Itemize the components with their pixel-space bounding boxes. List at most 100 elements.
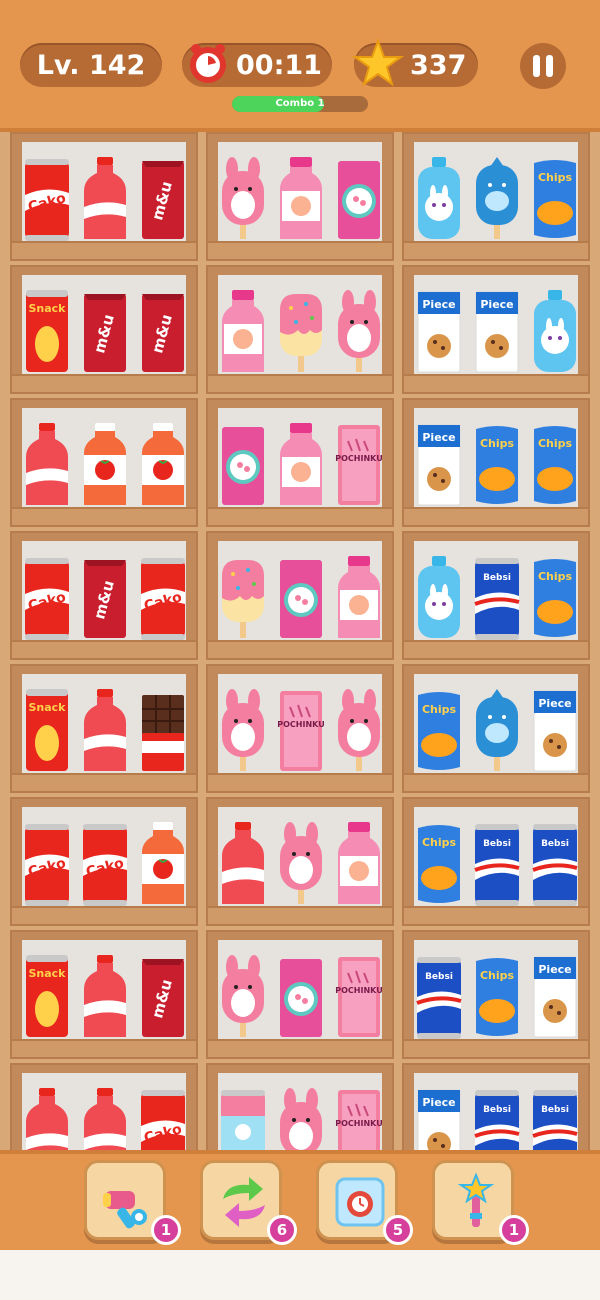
- shelf-cell: [10, 398, 198, 527]
- magic-wand-booster-button[interactable]: 1: [432, 1160, 529, 1245]
- mnu-bar-item[interactable]: m&u: [80, 288, 130, 378]
- piece-cookie-box-item[interactable]: Piece: [472, 288, 522, 378]
- combo-label: Combo 1: [275, 98, 325, 109]
- piece-cookie-box-item[interactable]: Piece: [530, 953, 580, 1043]
- pink-bunny-popsicle-item[interactable]: [276, 820, 326, 910]
- sprinkle-popsicle-item[interactable]: [218, 554, 268, 644]
- bunny-bottle-item[interactable]: [414, 554, 464, 644]
- shelf-cell: [206, 531, 394, 660]
- pochinku-box-item[interactable]: POCHINKU: [276, 687, 326, 777]
- pochinku-box-item[interactable]: POCHINKU: [334, 421, 384, 511]
- svg-text:Chips: Chips: [480, 437, 515, 450]
- bebsi-can-item[interactable]: Bebsi: [472, 820, 522, 910]
- pink-bunny-popsicle-item[interactable]: [218, 687, 268, 777]
- pink-bunny-popsicle-item[interactable]: [334, 288, 384, 378]
- svg-text:Bebsi: Bebsi: [541, 839, 569, 849]
- freeze-icon: [335, 1177, 385, 1227]
- shelf-cell: Piece Chips Chips: [402, 398, 590, 527]
- level-indicator: Lv. 142: [20, 43, 162, 87]
- pink-bunny-popsicle-item[interactable]: [218, 155, 268, 245]
- pink-candy-box-item[interactable]: [218, 421, 268, 511]
- star-icon: [352, 38, 404, 87]
- pochinku-box-item[interactable]: POCHINKU: [334, 953, 384, 1043]
- chips-bag-item[interactable]: Chips: [414, 687, 464, 777]
- chips-bag-item[interactable]: Chips: [530, 554, 580, 644]
- snack-tube-item[interactable]: Snack: [22, 687, 72, 777]
- shelf-cell: Bebsi Chips: [402, 531, 590, 660]
- peach-juice-item[interactable]: [334, 820, 384, 910]
- freeze-booster-button[interactable]: 5: [316, 1160, 413, 1245]
- pink-candy-box-item[interactable]: [334, 155, 384, 245]
- bebsi-can-item[interactable]: Bebsi: [472, 554, 522, 644]
- peach-juice-item[interactable]: [334, 554, 384, 644]
- chips-bag-item[interactable]: Chips: [472, 421, 522, 511]
- shelf-cell: POCHINKU: [206, 664, 394, 793]
- snack-tube-item[interactable]: Snack: [22, 288, 72, 378]
- tomato-juice-item[interactable]: [80, 421, 130, 511]
- mnu-bar-item[interactable]: m&u: [138, 155, 188, 245]
- snack-tube-item[interactable]: Snack: [22, 953, 72, 1043]
- chips-bag-item[interactable]: Chips: [414, 820, 464, 910]
- blue-dolphin-item[interactable]: [472, 155, 522, 245]
- soda-bottle-item[interactable]: [80, 953, 130, 1043]
- alarm-clock-icon: [190, 44, 226, 83]
- tomato-juice-item[interactable]: [138, 421, 188, 511]
- mnu-bar-item[interactable]: m&u: [138, 953, 188, 1043]
- bebsi-can-item[interactable]: Bebsi: [530, 820, 580, 910]
- shelf-cell: [206, 265, 394, 394]
- pink-bunny-popsicle-item[interactable]: [218, 953, 268, 1043]
- chips-bag-item[interactable]: Chips: [530, 155, 580, 245]
- tomato-juice-item[interactable]: [138, 820, 188, 910]
- soda-bottle-item[interactable]: [80, 155, 130, 245]
- chocolate-bar-item[interactable]: [138, 687, 188, 777]
- cako-can-item[interactable]: Cako: [22, 820, 72, 910]
- cako-can-item[interactable]: Cako: [22, 155, 72, 245]
- pink-candy-box-item[interactable]: [276, 953, 326, 1043]
- svg-text:Chips: Chips: [480, 969, 515, 982]
- cako-can-item[interactable]: Cako: [80, 820, 130, 910]
- pink-bunny-popsicle-item[interactable]: [334, 687, 384, 777]
- soda-bottle-item[interactable]: [80, 687, 130, 777]
- shelf-cell: Chips Bebsi Bebsi: [402, 797, 590, 926]
- cako-can-item[interactable]: Cako: [22, 554, 72, 644]
- piece-cookie-box-item[interactable]: Piece: [414, 421, 464, 511]
- sprinkle-popsicle-item[interactable]: [276, 288, 326, 378]
- mnu-bar-item[interactable]: m&u: [138, 288, 188, 378]
- bebsi-can-item[interactable]: Bebsi: [414, 953, 464, 1043]
- svg-text:Bebsi: Bebsi: [483, 573, 511, 583]
- svg-text:Bebsi: Bebsi: [483, 1105, 511, 1115]
- shuffle-booster-button[interactable]: 6: [200, 1160, 297, 1245]
- svg-text:Chips: Chips: [538, 171, 573, 184]
- peach-juice-item[interactable]: [218, 288, 268, 378]
- hammer-count-badge: 1: [151, 1215, 181, 1245]
- soda-bottle-item[interactable]: [218, 820, 268, 910]
- mnu-bar-item[interactable]: m&u: [80, 554, 130, 644]
- blue-dolphin-item[interactable]: [472, 687, 522, 777]
- shelf-cell: Chips: [402, 132, 590, 261]
- svg-text:POCHINKU: POCHINKU: [335, 986, 382, 995]
- pause-icon: [533, 55, 540, 77]
- chips-bag-item[interactable]: Chips: [472, 953, 522, 1043]
- soda-bottle-item[interactable]: [22, 421, 72, 511]
- chips-bag-item[interactable]: Chips: [530, 421, 580, 511]
- freeze-count-badge: 5: [383, 1215, 413, 1245]
- timer-label: 00:11: [236, 49, 322, 81]
- piece-cookie-box-item[interactable]: Piece: [530, 687, 580, 777]
- bunny-bottle-item[interactable]: [414, 155, 464, 245]
- magic-wand-icon: [457, 1173, 495, 1227]
- shelf-cell: [206, 797, 394, 926]
- pink-candy-box-item[interactable]: [276, 554, 326, 644]
- hammer-icon: [103, 1191, 147, 1229]
- piece-cookie-box-item[interactable]: Piece: [414, 288, 464, 378]
- svg-text:Piece: Piece: [538, 963, 571, 976]
- bunny-bottle-item[interactable]: [530, 288, 580, 378]
- peach-juice-item[interactable]: [276, 155, 326, 245]
- hammer-booster-button[interactable]: 1: [84, 1160, 181, 1245]
- shuffle-icon: [223, 1177, 265, 1227]
- svg-text:Piece: Piece: [422, 431, 455, 444]
- pause-button[interactable]: [520, 43, 566, 89]
- cako-can-item[interactable]: Cako: [138, 554, 188, 644]
- peach-juice-item[interactable]: [276, 421, 326, 511]
- level-label: Lv. 142: [36, 49, 146, 81]
- shelf-cell: Cako m&u Cako: [10, 531, 198, 660]
